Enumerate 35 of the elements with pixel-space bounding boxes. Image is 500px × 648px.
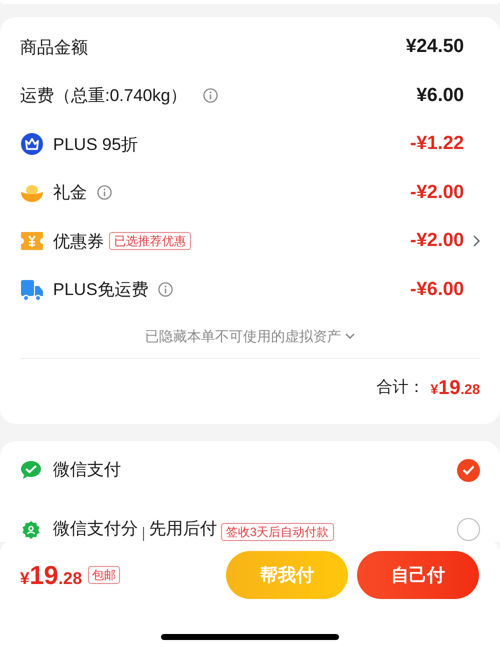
chevron-down-icon[interactable] [345, 332, 355, 340]
info-icon[interactable] [97, 185, 112, 200]
payment-name: 微信支付 [53, 459, 121, 482]
info-icon[interactable] [158, 282, 174, 298]
chat-bubble-icon [20, 460, 42, 480]
amount-value: -¥1.22 [410, 132, 464, 156]
fee-label: 优惠券 [53, 230, 104, 252]
amount-value: ¥6.00 [416, 84, 464, 108]
amount-value: -¥2.00 [410, 229, 464, 253]
coupon-icon [20, 231, 44, 252]
chevron-right-icon[interactable] [473, 235, 480, 248]
free-shipping-tag: 包邮 [88, 566, 120, 584]
coupon-tag: 已选推荐优惠 [109, 232, 191, 250]
price-total: ¥19.28 [20, 558, 82, 592]
crown-icon [20, 132, 44, 156]
payment-tag: 签收3天后自动付款 [221, 523, 334, 541]
fee-label: PLUS免运费 [53, 279, 148, 301]
payment-subtitle: 先用后付 [149, 518, 217, 540]
total-label: 合计： [376, 378, 424, 398]
hidden-assets-note[interactable]: 已隐藏本单不可使用的虚拟资产 [145, 326, 341, 346]
radio-button[interactable] [457, 458, 480, 482]
fee-label: 商品金额 [20, 36, 88, 58]
truck-icon [20, 278, 44, 302]
amount-value: ¥24.50 [406, 35, 464, 59]
payment-option[interactable]: 微信支付 [0, 441, 500, 499]
fee-label: PLUS 95折 [53, 134, 138, 156]
pay-button[interactable]: 自己付 [357, 551, 479, 599]
total-amount: ¥19.28 [430, 376, 480, 401]
info-icon[interactable] [203, 88, 218, 104]
amount-value: -¥2.00 [410, 180, 464, 204]
payment-name: 微信支付分 [53, 518, 138, 540]
check-icon [462, 465, 475, 475]
fee-label: 礼金 [53, 182, 87, 204]
fee-label: 运费（总重:0.740kg） [20, 85, 188, 107]
amount-value: -¥6.00 [410, 278, 464, 302]
